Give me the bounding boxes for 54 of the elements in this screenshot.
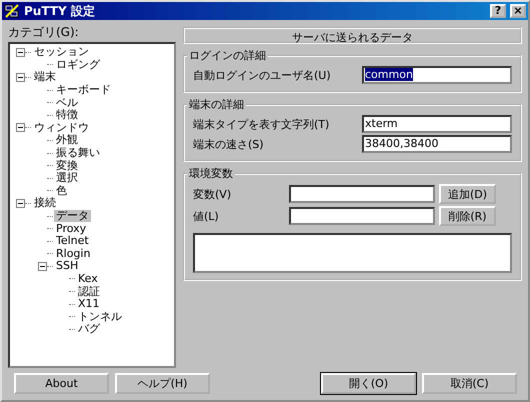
collapse-icon[interactable]: [16, 48, 25, 57]
tree-item[interactable]: 特徴: [54, 109, 80, 122]
help-button[interactable]: ヘルプ(H): [115, 372, 210, 394]
remove-button[interactable]: 削除(R): [439, 206, 496, 226]
tree-item[interactable]: キーボード: [54, 84, 113, 96]
help-button[interactable]: ?: [490, 4, 506, 18]
tree-item[interactable]: ロギング: [54, 58, 102, 71]
panel-header: サーバに送られるデータ: [183, 27, 522, 44]
field-label: 自動ログインのユーザ名(U): [193, 68, 331, 82]
cancel-button[interactable]: 取消(C): [422, 372, 517, 394]
tree-item[interactable]: Kex: [76, 272, 100, 285]
variable-list[interactable]: [193, 233, 512, 273]
field-label: 端末タイプを表す文字列(T): [193, 116, 330, 132]
field-label: 変数(V): [193, 186, 232, 202]
collapse-icon[interactable]: [16, 72, 25, 82]
add-button[interactable]: 追加(D): [439, 184, 496, 204]
tree-item[interactable]: 外観: [54, 134, 80, 146]
variable-field[interactable]: [289, 185, 435, 203]
group-title: 環境変数: [188, 166, 234, 181]
value-field[interactable]: [289, 207, 435, 225]
tree-item[interactable]: 選択: [54, 172, 80, 184]
field-label: 端末の速さ(S): [193, 136, 264, 152]
username-field[interactable]: common: [362, 66, 512, 84]
collapse-icon[interactable]: [38, 262, 47, 271]
tree-item[interactable]: SSH: [54, 260, 80, 272]
tree-item[interactable]: Rlogin: [54, 248, 92, 260]
tree-item[interactable]: 変換: [54, 160, 80, 172]
tree-item[interactable]: 認証: [76, 286, 102, 298]
tree-item[interactable]: 振る舞い: [54, 147, 102, 160]
computers-icon: [4, 3, 20, 19]
tree-item[interactable]: 端末: [32, 71, 58, 84]
tree-item[interactable]: 色: [54, 184, 69, 197]
tree-item[interactable]: Telnet: [54, 235, 91, 248]
tree-item[interactable]: ベル: [54, 96, 80, 109]
tree-item[interactable]: セッション: [32, 46, 91, 58]
group-title: ログインの詳細: [188, 48, 267, 63]
tree-item[interactable]: 接続: [32, 197, 58, 210]
tree-item[interactable]: ウィンドウ: [32, 122, 91, 134]
window-title: PuTTY 設定: [24, 2, 96, 20]
tree-item[interactable]: トンネル: [76, 310, 124, 323]
tree-item[interactable]: X11: [76, 298, 102, 310]
collapse-icon[interactable]: [16, 198, 25, 208]
tree-item[interactable]: データ: [54, 210, 91, 222]
field-label: 値(L): [193, 208, 220, 224]
category-label: カテゴリ(G):: [8, 24, 80, 40]
close-button[interactable]: ×: [510, 4, 526, 18]
input-field[interactable]: 38400,38400: [362, 135, 512, 153]
group-title: 端末の詳細: [188, 97, 245, 112]
input-field[interactable]: xterm: [362, 115, 512, 133]
about-button[interactable]: About: [14, 372, 109, 394]
tree-item[interactable]: Proxy: [54, 222, 88, 235]
tree-item[interactable]: バグ: [76, 323, 102, 336]
collapse-icon[interactable]: [16, 123, 25, 132]
open-button[interactable]: 開く(O): [321, 372, 416, 394]
